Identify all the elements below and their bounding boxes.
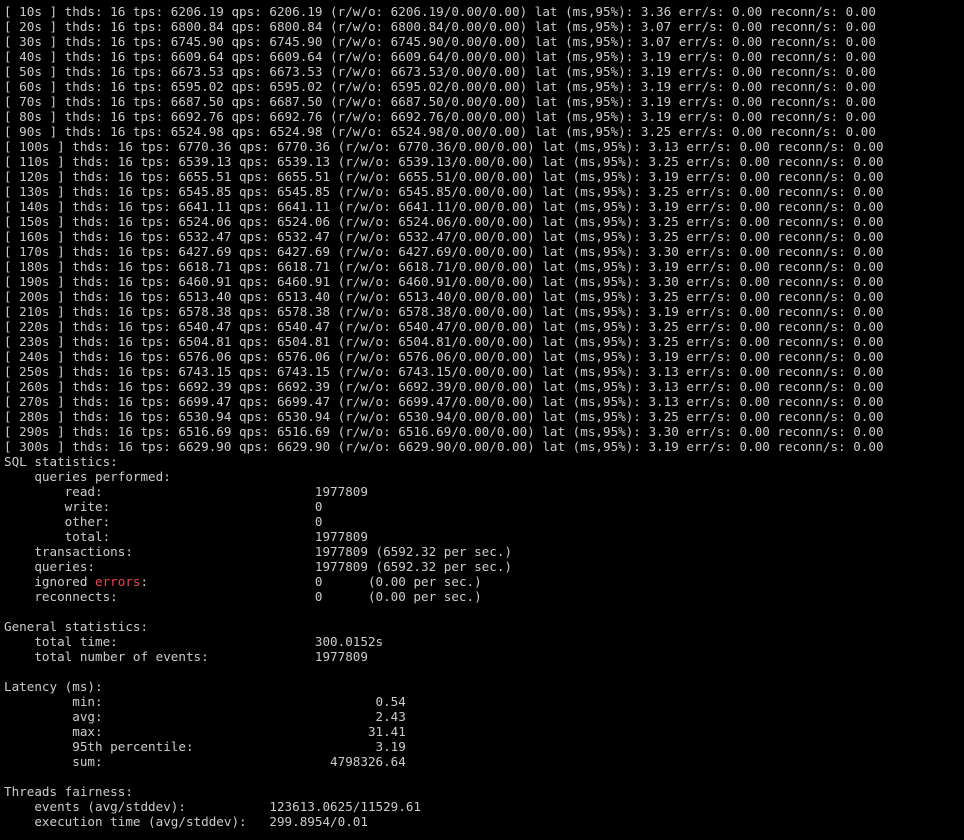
terminal-line: Latency (ms): — [4, 679, 103, 694]
line-text: : 0 (0.00 per sec.) — [140, 574, 482, 589]
terminal-line: execution time (avg/stddev): 299.8954/0.… — [4, 814, 368, 829]
terminal-line: [ 150s ] thds: 16 tps: 6524.06 qps: 6524… — [4, 214, 884, 229]
terminal-line: reconnects: 0 (0.00 per sec.) — [4, 589, 482, 604]
terminal-line: [ 120s ] thds: 16 tps: 6655.51 qps: 6655… — [4, 169, 884, 184]
terminal-line: [ 20s ] thds: 16 tps: 6800.84 qps: 6800.… — [4, 19, 876, 34]
terminal-line: [ 50s ] thds: 16 tps: 6673.53 qps: 6673.… — [4, 64, 876, 79]
terminal-output[interactable]: [ 10s ] thds: 16 tps: 6206.19 qps: 6206.… — [0, 0, 964, 840]
terminal-line: max: 31.41 — [4, 724, 406, 739]
terminal-line: total: 1977809 — [4, 529, 368, 544]
terminal-line: sum: 4798326.64 — [4, 754, 406, 769]
terminal-line: queries: 1977809 (6592.32 per sec.) — [4, 559, 512, 574]
terminal-line: [ 130s ] thds: 16 tps: 6545.85 qps: 6545… — [4, 184, 884, 199]
terminal-line: [ 240s ] thds: 16 tps: 6576.06 qps: 6576… — [4, 349, 884, 364]
terminal-line: [ 270s ] thds: 16 tps: 6699.47 qps: 6699… — [4, 394, 884, 409]
terminal-line: [ 300s ] thds: 16 tps: 6629.90 qps: 6629… — [4, 439, 884, 454]
line-text: ignored — [4, 574, 95, 589]
terminal-line: [ 280s ] thds: 16 tps: 6530.94 qps: 6530… — [4, 409, 884, 424]
terminal-line: events (avg/stddev): 123613.0625/11529.6… — [4, 799, 422, 814]
terminal-line: [ 210s ] thds: 16 tps: 6578.38 qps: 6578… — [4, 304, 884, 319]
terminal-line: [ 250s ] thds: 16 tps: 6743.15 qps: 6743… — [4, 364, 884, 379]
terminal-line: SQL statistics: — [4, 454, 118, 469]
terminal-line: [ 170s ] thds: 16 tps: 6427.69 qps: 6427… — [4, 244, 884, 259]
terminal-line: write: 0 — [4, 499, 323, 514]
terminal-line: avg: 2.43 — [4, 709, 406, 724]
terminal-line: [ 220s ] thds: 16 tps: 6540.47 qps: 6540… — [4, 319, 884, 334]
terminal-line: [ 40s ] thds: 16 tps: 6609.64 qps: 6609.… — [4, 49, 876, 64]
terminal-line: total number of events: 1977809 — [4, 649, 368, 664]
terminal-line: [ 110s ] thds: 16 tps: 6539.13 qps: 6539… — [4, 154, 884, 169]
terminal-line: [ 90s ] thds: 16 tps: 6524.98 qps: 6524.… — [4, 124, 876, 139]
terminal-line: [ 60s ] thds: 16 tps: 6595.02 qps: 6595.… — [4, 79, 876, 94]
terminal-line: [ 100s ] thds: 16 tps: 6770.36 qps: 6770… — [4, 139, 884, 154]
terminal-line: General statistics: — [4, 619, 149, 634]
terminal-line: [ 290s ] thds: 16 tps: 6516.69 qps: 6516… — [4, 424, 884, 439]
terminal-line: 95th percentile: 3.19 — [4, 739, 406, 754]
terminal-line: [ 230s ] thds: 16 tps: 6504.81 qps: 6504… — [4, 334, 884, 349]
error-word-highlight: errors — [95, 574, 141, 589]
terminal-line: [ 160s ] thds: 16 tps: 6532.47 qps: 6532… — [4, 229, 884, 244]
terminal-line: transactions: 1977809 (6592.32 per sec.) — [4, 544, 512, 559]
terminal-line: [ 70s ] thds: 16 tps: 6687.50 qps: 6687.… — [4, 94, 876, 109]
terminal-line: min: 0.54 — [4, 694, 406, 709]
terminal-line: [ 80s ] thds: 16 tps: 6692.76 qps: 6692.… — [4, 109, 876, 124]
terminal-line: [ 260s ] thds: 16 tps: 6692.39 qps: 6692… — [4, 379, 884, 394]
terminal-line: Threads fairness: — [4, 784, 133, 799]
terminal-line: [ 30s ] thds: 16 tps: 6745.90 qps: 6745.… — [4, 34, 876, 49]
terminal-line: [ 10s ] thds: 16 tps: 6206.19 qps: 6206.… — [4, 4, 876, 19]
terminal-line: [ 180s ] thds: 16 tps: 6618.71 qps: 6618… — [4, 259, 884, 274]
terminal-line: [ 200s ] thds: 16 tps: 6513.40 qps: 6513… — [4, 289, 884, 304]
terminal-line: other: 0 — [4, 514, 323, 529]
terminal-line: [ 190s ] thds: 16 tps: 6460.91 qps: 6460… — [4, 274, 884, 289]
terminal-line: [ 140s ] thds: 16 tps: 6641.11 qps: 6641… — [4, 199, 884, 214]
terminal-line: read: 1977809 — [4, 484, 368, 499]
terminal-line: ignored errors: 0 (0.00 per sec.) — [4, 574, 964, 589]
terminal-line: total time: 300.0152s — [4, 634, 384, 649]
terminal-line: queries performed: — [4, 469, 171, 484]
